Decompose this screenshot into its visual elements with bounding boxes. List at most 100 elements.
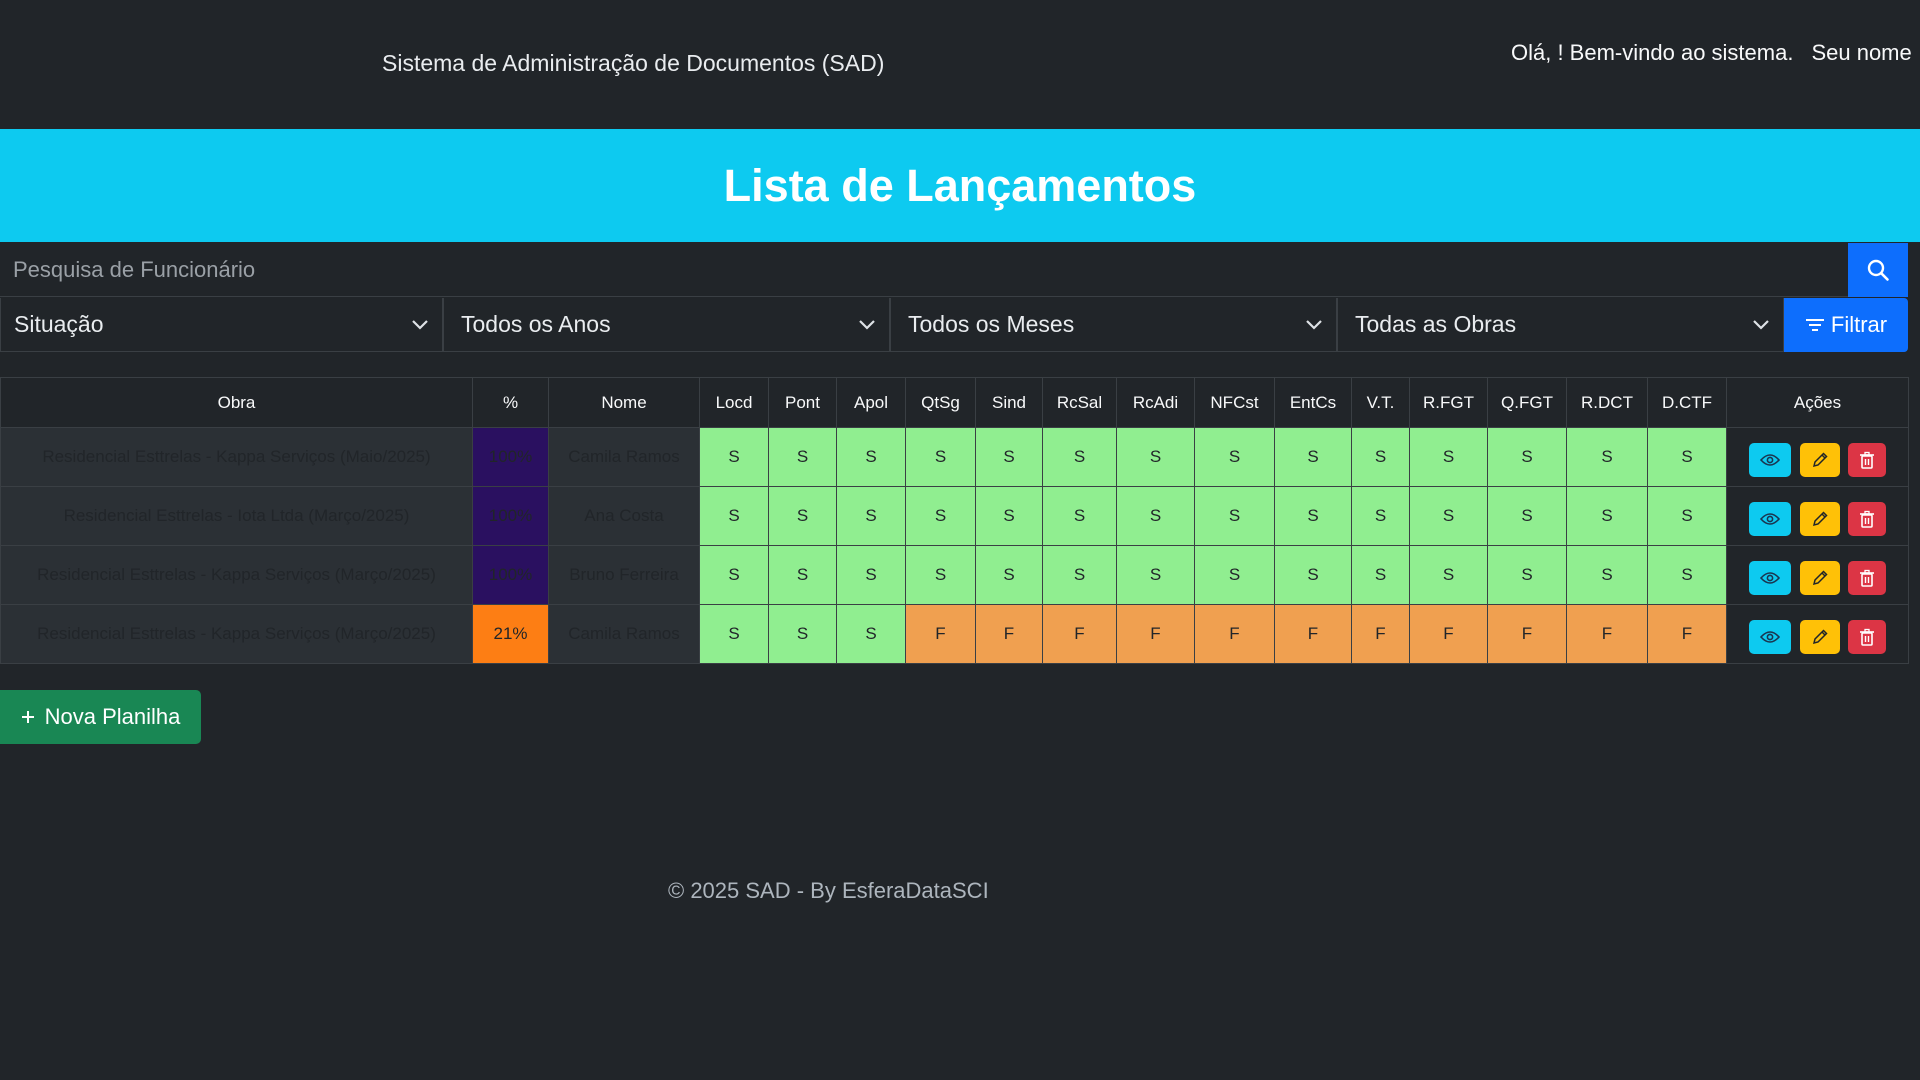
page-banner: Lista de Lançamentos xyxy=(0,129,1920,242)
eye-icon xyxy=(1759,513,1780,525)
actions-cell xyxy=(1726,486,1909,546)
top-navbar: Sistema de Administração de Documentos (… xyxy=(0,0,1920,129)
view-button[interactable] xyxy=(1748,502,1791,536)
filter-icon xyxy=(1805,319,1824,331)
obra-cell: Residencial Esttrelas - Kappa Serviços (… xyxy=(0,545,473,605)
status-cell: S xyxy=(768,545,837,605)
user-name-link[interactable]: Seu nome xyxy=(1811,40,1911,65)
filter-button[interactable]: Filtrar xyxy=(1784,298,1908,352)
status-cell: S xyxy=(1351,427,1410,487)
eye-icon xyxy=(1759,572,1780,584)
view-button[interactable] xyxy=(1748,561,1791,595)
edit-button[interactable] xyxy=(1799,502,1840,536)
chevron-down-icon xyxy=(1753,319,1769,330)
trash-icon xyxy=(1860,569,1875,587)
column-header[interactable]: % xyxy=(472,377,549,428)
status-cell: S xyxy=(1042,545,1117,605)
status-cell: S xyxy=(1116,486,1195,546)
status-cell: S xyxy=(905,427,976,487)
delete-button[interactable] xyxy=(1848,443,1887,477)
view-button[interactable] xyxy=(1748,620,1791,654)
edit-button[interactable] xyxy=(1799,443,1840,477)
column-header[interactable]: QtSg xyxy=(905,377,976,428)
obra-select[interactable]: Todas as Obras xyxy=(1337,298,1784,352)
status-cell: S xyxy=(699,604,769,664)
percent-cell: 100% xyxy=(472,486,549,546)
status-cell: F xyxy=(1647,604,1727,664)
percent-cell: 21% xyxy=(472,604,549,664)
month-select[interactable]: Todos os Meses xyxy=(890,298,1337,352)
year-select[interactable]: Todos os Anos xyxy=(443,298,890,352)
status-cell: S xyxy=(1194,545,1275,605)
obra-cell: Residencial Esttrelas - Kappa Serviços (… xyxy=(0,604,473,664)
status-cell: S xyxy=(1487,427,1567,487)
column-header[interactable]: Obra xyxy=(0,377,473,428)
column-header[interactable]: D.CTF xyxy=(1647,377,1727,428)
status-cell: S xyxy=(1409,545,1488,605)
app-title[interactable]: Sistema de Administração de Documentos (… xyxy=(382,50,884,77)
chevron-down-icon xyxy=(1306,319,1322,330)
name-cell: Camila Ramos xyxy=(548,604,700,664)
status-cell: S xyxy=(1274,545,1352,605)
column-header[interactable]: V.T. xyxy=(1351,377,1410,428)
status-cell: S xyxy=(1647,486,1727,546)
column-header[interactable]: Apol xyxy=(836,377,906,428)
status-cell: S xyxy=(699,486,769,546)
name-cell: Bruno Ferreira xyxy=(548,545,700,605)
column-header[interactable]: RcAdi xyxy=(1116,377,1195,428)
status-cell: S xyxy=(1351,545,1410,605)
column-header[interactable]: Nome xyxy=(548,377,700,428)
obra-cell: Residencial Esttrelas - Iota Ltda (Março… xyxy=(0,486,473,546)
percent-cell: 100% xyxy=(472,427,549,487)
new-sheet-button[interactable]: Nova Planilha xyxy=(0,690,201,744)
page-title: Lista de Lançamentos xyxy=(723,159,1197,211)
column-header[interactable]: NFCst xyxy=(1194,377,1275,428)
employee-search-input[interactable] xyxy=(0,243,1848,297)
column-header[interactable]: Sind xyxy=(975,377,1043,428)
status-cell: F xyxy=(1566,604,1648,664)
status-cell: S xyxy=(768,604,837,664)
table-header-row: Obra % Nome Locd Pont Apol QtSg Sind RcS… xyxy=(0,377,1909,428)
name-cell: Ana Costa xyxy=(548,486,700,546)
status-cell: F xyxy=(1274,604,1352,664)
status-cell: S xyxy=(1566,427,1648,487)
delete-button[interactable] xyxy=(1848,502,1887,536)
edit-button[interactable] xyxy=(1799,620,1840,654)
footer-copyright: © 2025 SAD - By EsferaDataSCI xyxy=(668,878,989,903)
delete-button[interactable] xyxy=(1848,561,1887,595)
column-header[interactable]: Q.FGT xyxy=(1487,377,1567,428)
status-cell: S xyxy=(1042,427,1117,487)
column-header[interactable]: R.FGT xyxy=(1409,377,1488,428)
status-cell: S xyxy=(836,427,906,487)
search-button[interactable] xyxy=(1848,243,1908,297)
status-cell: S xyxy=(768,486,837,546)
column-header[interactable]: Pont xyxy=(768,377,837,428)
status-cell: S xyxy=(836,604,906,664)
column-header: Ações xyxy=(1726,377,1909,428)
filter-bar: Situação Todos os Anos Todos os Meses To… xyxy=(0,298,1908,352)
situacao-select[interactable]: Situação xyxy=(0,298,443,352)
column-header[interactable]: R.DCT xyxy=(1566,377,1648,428)
view-button[interactable] xyxy=(1748,443,1791,477)
actions-cell xyxy=(1726,545,1909,605)
column-header[interactable]: EntCs xyxy=(1274,377,1352,428)
status-cell: F xyxy=(1351,604,1410,664)
status-cell: S xyxy=(1042,486,1117,546)
trash-icon xyxy=(1860,451,1875,469)
eye-icon xyxy=(1759,631,1780,643)
table-row: Residencial Esttrelas - Kappa Serviços (… xyxy=(0,427,1909,487)
status-cell: F xyxy=(905,604,976,664)
chevron-down-icon xyxy=(859,319,875,330)
table-row: Residencial Esttrelas - Kappa Serviços (… xyxy=(0,545,1909,605)
column-header[interactable]: RcSal xyxy=(1042,377,1117,428)
delete-button[interactable] xyxy=(1848,620,1887,654)
status-cell: F xyxy=(1116,604,1195,664)
status-cell: S xyxy=(975,486,1043,546)
edit-button[interactable] xyxy=(1799,561,1840,595)
status-cell: F xyxy=(1194,604,1275,664)
obra-select-value: Todas as Obras xyxy=(1355,311,1517,337)
status-cell: S xyxy=(1351,486,1410,546)
situacao-select-value: Situação xyxy=(14,311,104,337)
plus-icon xyxy=(21,711,34,723)
column-header[interactable]: Locd xyxy=(699,377,769,428)
